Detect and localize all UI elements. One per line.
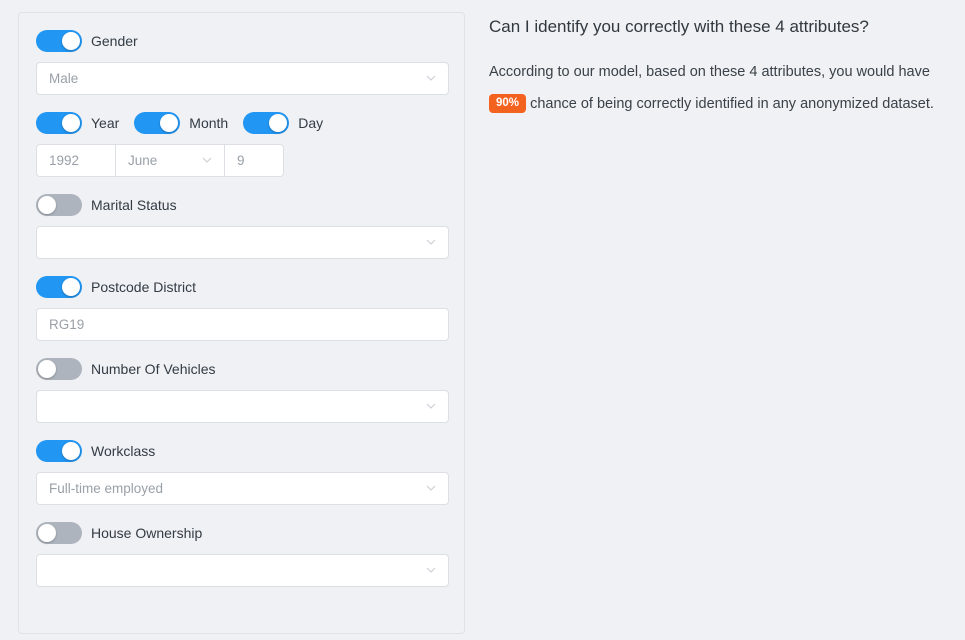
toggle-switch-gender[interactable]	[36, 30, 82, 52]
toggle-knob	[62, 114, 80, 132]
chevron-down-icon	[202, 155, 212, 165]
result-heading: Can I identify you correctly with these …	[489, 17, 869, 36]
toggle-row-postcode-district: Postcode District	[36, 275, 447, 299]
toggle-item-house-ownership[interactable]: House Ownership	[36, 522, 202, 544]
select-gender-value: Male	[49, 71, 79, 86]
toggle-row-number-of-vehicles: Number Of Vehicles	[36, 357, 447, 381]
toggle-knob	[38, 360, 56, 378]
select-workclass-value: Full-time employed	[49, 481, 164, 496]
toggle-switch-workclass[interactable]	[36, 440, 82, 462]
chevron-down-icon	[426, 73, 436, 83]
toggle-label-house-ownership: House Ownership	[91, 525, 203, 541]
field-group-number-of-vehicles: Number Of Vehicles	[36, 357, 449, 423]
input-day[interactable]: 9	[224, 144, 284, 177]
date-input-row: 1992 June 9	[36, 144, 447, 177]
toggle-knob	[62, 278, 80, 296]
select-month[interactable]: June	[115, 144, 225, 177]
field-group-house-ownership: House Ownership	[36, 521, 449, 587]
toggle-row-house-ownership: House Ownership	[36, 521, 447, 545]
chevron-down-icon	[426, 483, 436, 493]
toggle-item-year[interactable]: Year	[36, 112, 119, 134]
toggle-item-marital-status[interactable]: Marital Status	[36, 194, 177, 216]
identification-result-panel: Can I identify you correctly with these …	[489, 16, 941, 120]
input-year-value: 1992	[49, 153, 80, 168]
probability-badge: 90%	[489, 94, 527, 114]
field-group-marital-status: Marital Status	[36, 193, 449, 259]
toggle-label-day: Day	[298, 115, 324, 131]
chevron-down-icon	[426, 401, 436, 411]
input-year[interactable]: 1992	[36, 144, 116, 177]
toggle-item-number-of-vehicles[interactable]: Number Of Vehicles	[36, 358, 216, 380]
toggle-knob	[269, 114, 288, 132]
toggle-item-month[interactable]: Month	[134, 112, 228, 134]
toggle-switch-house-ownership[interactable]	[36, 522, 82, 544]
toggle-item-day[interactable]: Day	[243, 112, 323, 134]
attribute-form-panel: Gender Male Year Month Day 1992 June 9 M…	[18, 12, 465, 634]
toggle-item-gender[interactable]: Gender	[36, 30, 138, 52]
toggle-knob	[62, 442, 80, 460]
toggle-knob	[38, 196, 56, 214]
chevron-down-icon	[426, 237, 436, 247]
select-workclass[interactable]: Full-time employed	[36, 472, 449, 505]
toggle-switch-month[interactable]	[134, 112, 181, 134]
result-text-after: chance of being correctly identified in …	[530, 96, 934, 113]
select-number-of-vehicles[interactable]	[36, 390, 449, 423]
toggle-label-marital-status: Marital Status	[91, 197, 177, 213]
field-group-workclass: Workclass Full-time employed	[36, 439, 449, 505]
toggle-switch-marital-status[interactable]	[36, 194, 82, 216]
toggle-label-postcode-district: Postcode District	[91, 279, 197, 295]
toggle-row-workclass: Workclass	[36, 439, 447, 463]
select-house-ownership[interactable]	[36, 554, 449, 587]
field-group-date-of-birth: Year Month Day 1992 June 9	[36, 111, 447, 177]
input-postcode-district-value: RG19	[49, 317, 85, 332]
toggle-switch-day[interactable]	[243, 112, 290, 134]
result-text-before: According to our model, based on these 4…	[489, 64, 930, 81]
input-day-value: 9	[237, 153, 245, 168]
select-gender[interactable]: Male	[36, 62, 449, 95]
toggle-knob	[62, 32, 80, 50]
toggle-item-postcode-district[interactable]: Postcode District	[36, 276, 196, 298]
toggle-label-year: Year	[91, 115, 120, 131]
toggle-switch-postcode-district[interactable]	[36, 276, 82, 298]
select-month-value: June	[128, 153, 158, 168]
result-description: According to our model, based on these 4…	[489, 56, 941, 120]
toggle-knob	[38, 524, 56, 542]
toggle-label-gender: Gender	[91, 33, 138, 49]
toggle-switch-year[interactable]	[36, 112, 82, 134]
toggle-label-month: Month	[189, 115, 229, 131]
toggle-row-marital-status: Marital Status	[36, 193, 447, 217]
toggle-row-date-of-birth: Year Month Day	[36, 111, 447, 135]
toggle-label-workclass: Workclass	[91, 443, 156, 459]
field-group-gender: Gender Male	[36, 29, 449, 95]
toggle-switch-number-of-vehicles[interactable]	[36, 358, 82, 380]
page-layout: Gender Male Year Month Day 1992 June 9 M…	[0, 0, 965, 640]
toggle-label-number-of-vehicles: Number Of Vehicles	[91, 361, 216, 377]
chevron-down-icon	[426, 565, 436, 575]
select-marital-status[interactable]	[36, 226, 449, 259]
toggle-knob	[160, 114, 179, 132]
field-group-postcode-district: Postcode District RG19	[36, 275, 449, 341]
input-postcode-district[interactable]: RG19	[36, 308, 449, 341]
toggle-row-gender: Gender	[36, 29, 447, 53]
toggle-item-workclass[interactable]: Workclass	[36, 440, 155, 462]
